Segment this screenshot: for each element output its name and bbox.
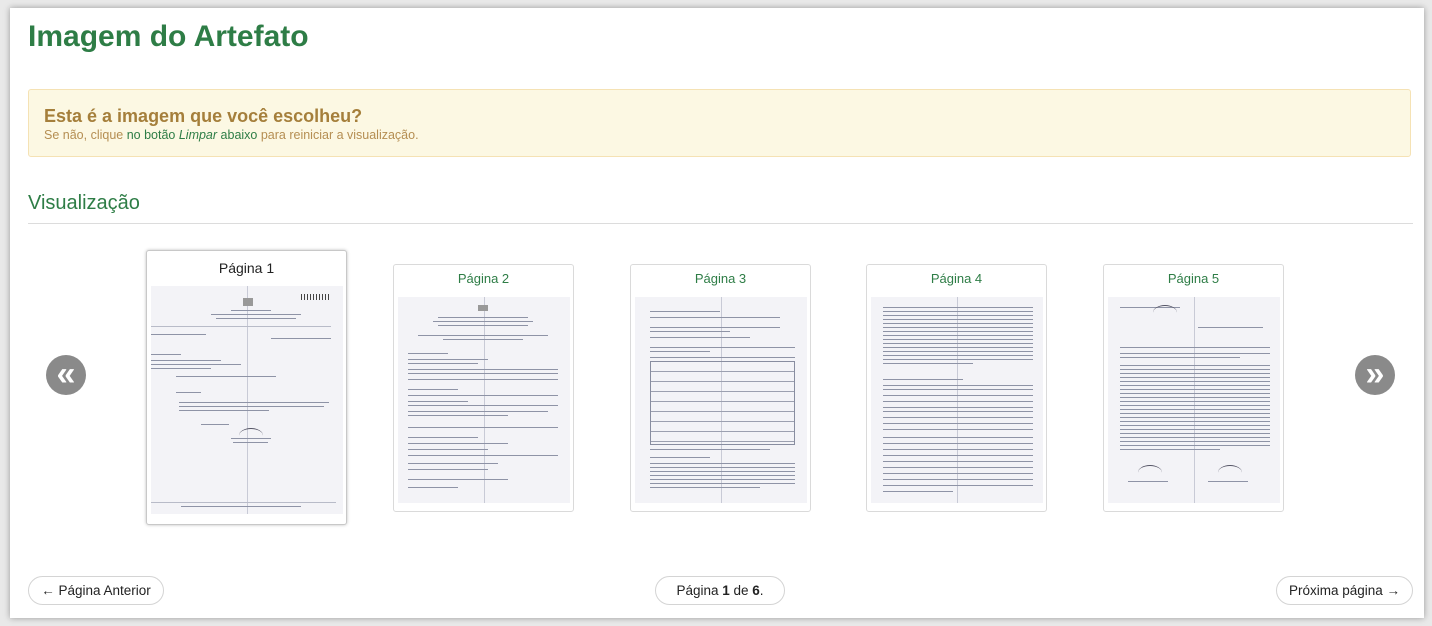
thumbnail-label: Página 3 xyxy=(694,271,747,286)
alert-text-strong: no botão xyxy=(126,128,179,142)
page-indicator-mid: de xyxy=(729,583,753,598)
page-image xyxy=(151,286,343,514)
double-chevron-right-icon[interactable]: » xyxy=(1355,355,1395,395)
section-title-visualizacao: Visualização xyxy=(28,192,140,214)
page-thumbnail-1[interactable]: Página 1 xyxy=(146,250,347,525)
page-image xyxy=(398,297,570,503)
page-thumbnail-2[interactable]: Página 2 xyxy=(393,264,574,512)
page-indicator-prefix: Página xyxy=(676,583,723,598)
section-divider xyxy=(28,223,1413,224)
page-thumbnail-5[interactable]: Página 5 xyxy=(1103,264,1284,512)
thumbnail-label: Página 4 xyxy=(930,271,983,286)
current-page-number: 1 xyxy=(722,583,730,598)
alert-text-limpar: Limpar xyxy=(178,128,218,142)
total-pages-number: 6 xyxy=(752,583,760,598)
alert-text: Se não, clique no botão Limpar abaixo pa… xyxy=(44,128,419,142)
thumbnail-label: Página 1 xyxy=(218,260,275,276)
alert-text-strong2: abaixo xyxy=(217,128,258,142)
page-indicator: Página 1 de 6. xyxy=(655,576,785,605)
page-image xyxy=(635,297,807,503)
alert-text-before: Se não, clique xyxy=(44,128,127,142)
page-title: Imagem do Artefato xyxy=(28,20,309,53)
double-chevron-left-icon[interactable]: « xyxy=(46,355,86,395)
page-image xyxy=(871,297,1043,503)
artifact-panel: Imagem do Artefato Esta é a imagem que v… xyxy=(10,8,1424,618)
page-thumbnail-3[interactable]: Página 3 xyxy=(630,264,811,512)
previous-page-button[interactable]: ← Página Anterior xyxy=(28,576,164,605)
confirmation-alert: Esta é a imagem que você escolheu? Se nã… xyxy=(28,89,1411,157)
thumbnail-label: Página 2 xyxy=(457,271,510,286)
page-indicator-suffix: . xyxy=(759,583,764,598)
page-thumbnail-4[interactable]: Página 4 xyxy=(866,264,1047,512)
alert-text-after: para reiniciar a visualização. xyxy=(257,128,419,142)
alert-heading: Esta é a imagem que você escolheu? xyxy=(44,106,363,126)
next-page-button[interactable]: Próxima página → xyxy=(1276,576,1413,605)
thumbnail-label: Página 5 xyxy=(1167,271,1220,286)
page-image xyxy=(1108,297,1280,503)
